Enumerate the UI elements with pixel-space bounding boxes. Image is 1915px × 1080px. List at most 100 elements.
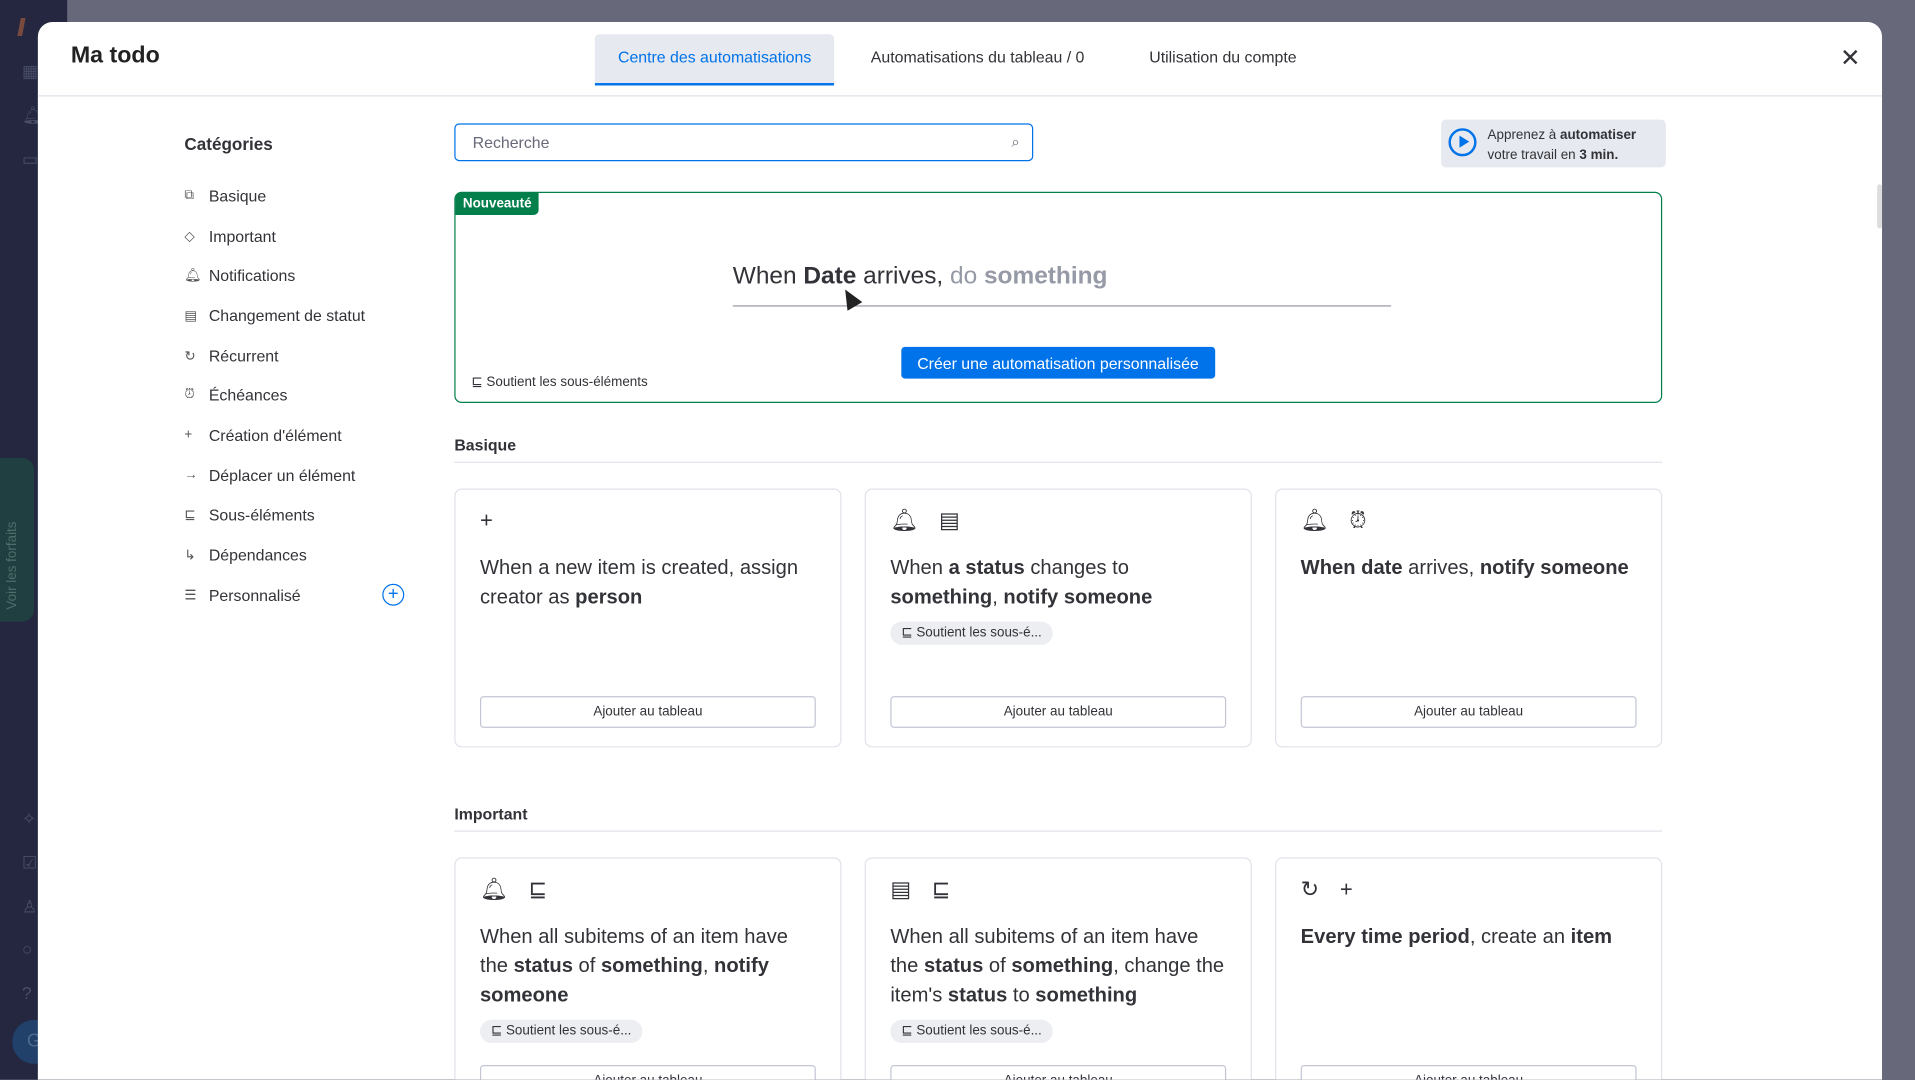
category-label: Dépendances <box>208 545 307 565</box>
recipe-description: When date arrives, notify someone <box>1301 553 1639 582</box>
add-to-board-button[interactable]: Ajouter au tableau <box>890 1064 1227 1080</box>
help-icon[interactable]: ? <box>22 983 32 1003</box>
recipe-text: arrives, <box>856 262 950 290</box>
tab-automations-center[interactable]: Centre des automatisations <box>594 34 835 86</box>
recipe-description: When all subitems of an item have the st… <box>479 922 818 1043</box>
bell-icon: 🔔︎ <box>184 268 202 284</box>
category-label: Changement de statut <box>208 306 366 325</box>
recipe-description: Every time period, create an item <box>1301 922 1639 951</box>
category-item[interactable]: ↳ Dépendances <box>184 535 404 575</box>
category-item[interactable]: ⏰︎ Échéances <box>184 375 404 415</box>
app-stage: // ▦ 🔔︎ ▭ Voir les forfaits ✧ ☑ ♙ ○ ? G … <box>0 0 1915 1080</box>
see-plans-button[interactable]: Voir les forfaits <box>0 457 35 622</box>
recipe-text: Every time period <box>1300 925 1470 948</box>
category-item[interactable]: ↻ Récurrent <box>184 336 404 376</box>
see-plans-label: Voir les forfaits <box>4 521 20 610</box>
recipe-icons: 🔔︎ ⊑ <box>479 876 555 902</box>
recipe-sentence[interactable]: When Date arrives, do something <box>733 263 1108 291</box>
category-label: Création d'élément <box>208 426 342 445</box>
recipe-text: to <box>1007 984 1036 1007</box>
recipe-text: item <box>1570 925 1613 948</box>
category-label: Échéances <box>208 386 288 405</box>
diamond-icon: ◇ <box>184 229 195 244</box>
puzzle-icon[interactable]: ✧ <box>22 809 36 830</box>
recipe-text: something <box>890 586 993 609</box>
automation-recipe-card[interactable]: 🔔︎ ⏰︎ When date arrives, notify someone … <box>1275 488 1663 748</box>
recipe-text: When date <box>1300 556 1403 579</box>
recipe-icons: + <box>479 508 501 533</box>
category-item[interactable]: ⊑ Sous-éléments <box>184 495 404 535</box>
arrow-right-icon: → <box>184 467 198 483</box>
add-to-board-button[interactable]: Ajouter au tableau <box>1300 696 1637 728</box>
learn-text: votre travail en <box>1487 147 1580 163</box>
subitems-chip: ⊑ Soutient les sous-é... <box>890 621 1053 645</box>
search-field[interactable]: ⌕ <box>454 123 1034 162</box>
recipe-action[interactable]: something <box>984 263 1108 290</box>
add-to-board-button[interactable]: Ajouter au tableau <box>479 1064 816 1080</box>
categories-title: Catégories <box>184 134 273 154</box>
category-label: Notifications <box>208 266 296 285</box>
recipe-text: , create an <box>1469 925 1571 948</box>
recipe-text: something <box>1035 984 1138 1007</box>
close-icon[interactable]: ✕ <box>1838 46 1862 70</box>
category-item[interactable]: ☰ Personnalisé + <box>184 575 405 615</box>
recurring-icon: ↻ <box>184 348 196 364</box>
category-item[interactable]: ◇ Important <box>184 216 404 256</box>
recipe-text: of <box>572 955 601 978</box>
add-to-board-button[interactable]: Ajouter au tableau <box>890 696 1227 728</box>
recipe-text: notify someone <box>1479 556 1629 579</box>
search-input[interactable] <box>470 131 989 153</box>
search-icon[interactable]: ⌕ <box>1012 133 1020 151</box>
recipe-trigger[interactable]: Date <box>803 263 856 290</box>
recipe-text: When <box>890 556 949 579</box>
automation-recipe-card[interactable]: ▤ ⊑ When all subitems of an item have th… <box>864 857 1252 1080</box>
automations-modal: Ma todo Centre des automatisations Autom… <box>37 21 1883 1080</box>
grid-icon[interactable]: ▦ <box>22 61 38 82</box>
add-to-board-button[interactable]: Ajouter au tableau <box>1300 1064 1637 1080</box>
recipe-text: status <box>513 955 573 978</box>
recipe-text: changes to <box>1024 556 1129 579</box>
calendar-check-icon[interactable]: ☑ <box>22 852 37 873</box>
category-item[interactable]: 🔔︎ Notifications <box>184 256 404 296</box>
recipe-text: do <box>949 262 984 290</box>
automation-recipe-card[interactable]: + When a new item is created, assign cre… <box>454 488 842 748</box>
category-label: Sous-éléments <box>208 506 315 525</box>
recipe-text: When <box>732 262 804 290</box>
scrollbar[interactable] <box>1877 184 1883 229</box>
new-badge: Nouveauté <box>455 192 539 215</box>
divider <box>732 305 1392 307</box>
recipe-text: , <box>992 586 1004 609</box>
sitemap-icon: ⧉ <box>184 187 195 203</box>
recipe-description: When a new item is created, assign creat… <box>480 553 818 612</box>
subitems-support-label: ⊑ Soutient les sous-éléments <box>471 374 647 390</box>
recipe-text: arrives, <box>1402 556 1480 579</box>
category-item[interactable]: ▤ Changement de statut <box>184 296 404 336</box>
section-title: Basique <box>454 436 1663 463</box>
automation-recipe-card[interactable]: ↻ + Every time period, create an item Aj… <box>1275 857 1663 1080</box>
create-custom-automation-button[interactable]: Créer une automatisation personnalisée <box>901 346 1215 379</box>
learn-video-button[interactable]: Apprenez à automatiser votre travail en 3… <box>1441 119 1666 168</box>
automation-recipe-card[interactable]: 🔔︎ ▤ When a status changes to something,… <box>864 488 1252 748</box>
recipe-text: a status <box>948 556 1025 579</box>
tab-board-automations[interactable]: Automatisations du tableau / 0 <box>848 34 1108 83</box>
subitems-icon: ⊑ <box>471 374 487 390</box>
category-item[interactable]: → Déplacer un élément <box>184 455 404 495</box>
recipe-text: person <box>575 586 643 609</box>
recipe-text: of <box>983 955 1012 978</box>
add-user-icon[interactable]: ♙ <box>22 896 37 917</box>
automation-recipe-card[interactable]: 🔔︎ ⊑ When all subitems of an item have t… <box>454 857 842 1080</box>
category-label: Basique <box>208 186 267 205</box>
tab-account-usage[interactable]: Utilisation du compte <box>1126 34 1320 83</box>
category-item[interactable]: ⧉ Basique <box>184 176 404 216</box>
inbox-icon[interactable]: ▭ <box>22 149 38 170</box>
subitems-chip: ⊑ Soutient les sous-é... <box>890 1019 1053 1043</box>
add-to-board-button[interactable]: Ajouter au tableau <box>479 696 816 728</box>
add-custom-category-icon[interactable]: + <box>382 584 405 607</box>
recipe-icons: ↻ + <box>1300 876 1361 902</box>
category-item[interactable]: + Création d'élément <box>184 415 404 455</box>
subitems-icon: ⊑ <box>184 508 196 524</box>
search-icon[interactable]: ○ <box>22 939 32 959</box>
alarm-icon: ⏰︎ <box>184 387 195 403</box>
chip-label: Soutient les sous-é... <box>916 625 1042 640</box>
play-icon <box>1448 128 1477 157</box>
